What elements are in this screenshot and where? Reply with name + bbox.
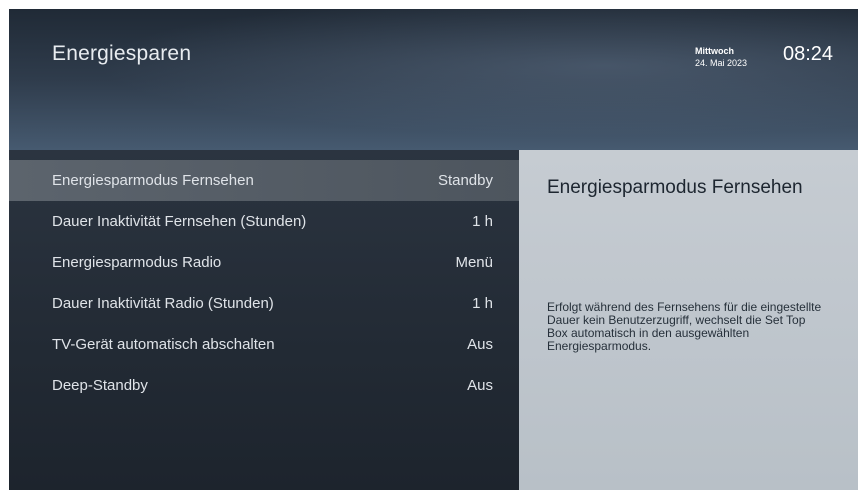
setting-value: Menü — [455, 254, 493, 271]
setting-label: Dauer Inaktivität Fernsehen (Stunden) — [52, 213, 307, 230]
setting-label: Energiesparmodus Radio — [52, 254, 222, 271]
setting-value: Standby — [437, 172, 493, 189]
weekday-label: Mittwoch — [695, 46, 734, 56]
setting-row-tv-auto-off[interactable]: TV-Gerät automatisch abschalten Aus — [9, 324, 519, 365]
header-bar: Energiesparen Mittwoch 24. Mai 2023 08:2… — [9, 9, 858, 150]
setting-row-radio-inactivity[interactable]: Dauer Inaktivität Radio (Stunden) 1 h — [9, 283, 519, 324]
setting-label: TV-Gerät automatisch abschalten — [52, 336, 275, 353]
settings-list: Energiesparmodus Fernsehen Standby Dauer… — [9, 150, 519, 490]
setting-value: 1 h — [472, 213, 493, 230]
setting-value: 1 h — [472, 295, 493, 312]
setting-value: Aus — [467, 377, 493, 394]
clock: 08:24 — [783, 43, 834, 65]
setting-row-tv-inactivity[interactable]: Dauer Inaktivität Fernsehen (Stunden) 1 … — [9, 201, 519, 242]
energy-settings-screen: Energiesparen Mittwoch 24. Mai 2023 08:2… — [9, 9, 858, 490]
setting-row-tv-power-mode[interactable]: Energiesparmodus Fernsehen Standby — [9, 160, 519, 201]
setting-value: Aus — [467, 336, 493, 353]
date-label: 24. Mai 2023 — [695, 58, 748, 68]
detail-panel: Energiesparmodus Fernsehen Erfolgt währe… — [519, 150, 858, 490]
page-title: Energiesparen — [52, 42, 192, 65]
setting-row-deep-standby[interactable]: Deep-Standby Aus — [9, 365, 519, 406]
detail-title: Energiesparmodus Fernsehen — [547, 177, 803, 198]
setting-row-radio-power-mode[interactable]: Energiesparmodus Radio Menü — [9, 242, 519, 283]
setting-label: Dauer Inaktivität Radio (Stunden) — [52, 295, 274, 312]
setting-label: Deep-Standby — [52, 377, 148, 394]
setting-label: Energiesparmodus Fernsehen — [52, 172, 254, 189]
detail-description: Erfolgt während des Fernsehens für die e… — [547, 300, 822, 353]
